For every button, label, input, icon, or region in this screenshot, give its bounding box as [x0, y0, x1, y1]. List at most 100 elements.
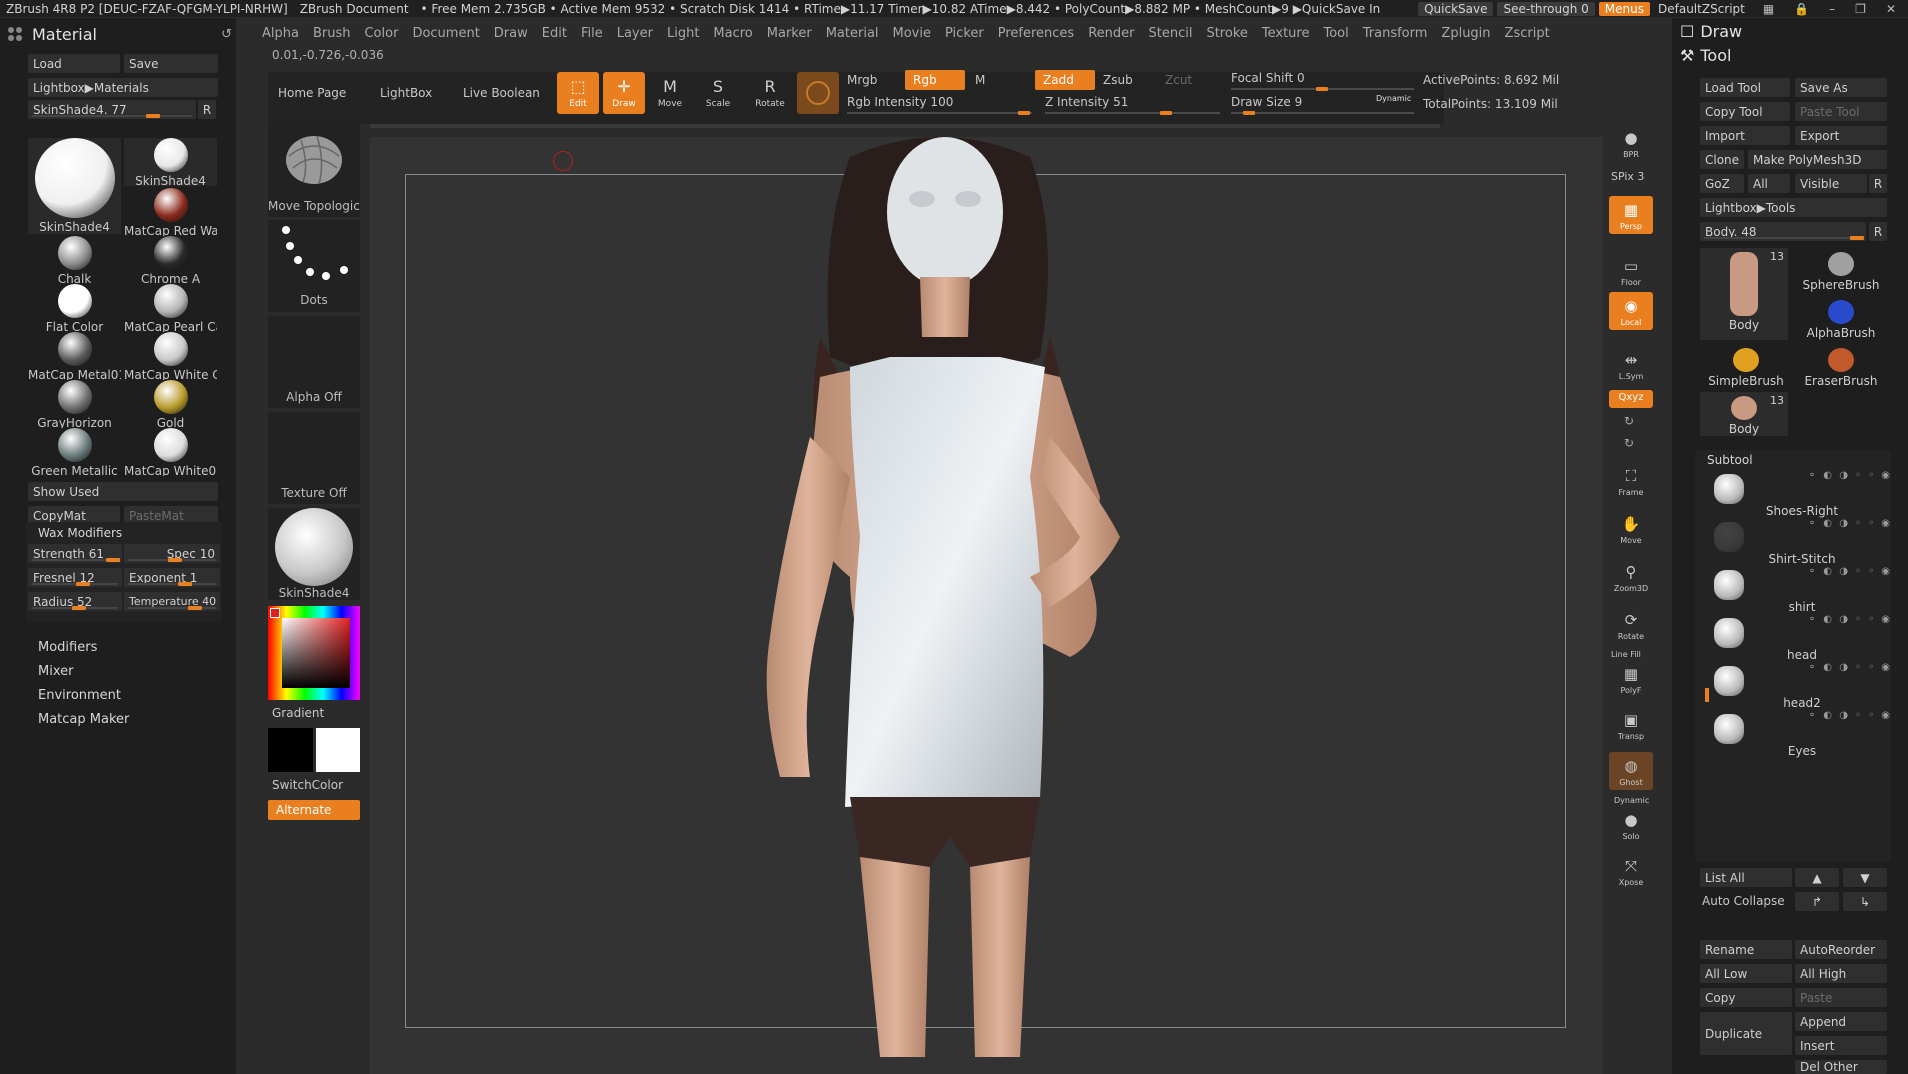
move-up-button[interactable]: ▲	[1795, 868, 1839, 887]
default-zscript-button[interactable]: DefaultZScript	[1652, 2, 1751, 16]
menu-picker[interactable]: Picker	[945, 26, 984, 41]
rotate-view-button[interactable]: ⟳ Rotate	[1609, 606, 1653, 644]
focal-shift-slider[interactable]: Focal Shift 0	[1231, 71, 1305, 85]
color-mode-button[interactable]	[797, 72, 839, 114]
material-item[interactable]: SkinShade4	[28, 138, 121, 234]
menu-tool[interactable]: Tool	[1323, 26, 1348, 41]
menu-movie[interactable]: Movie	[893, 26, 931, 41]
show-used-button[interactable]: Show Used	[28, 482, 218, 501]
subtool-item[interactable]: ⚬ ◐ ◑ ◦ ◦ ◉ shirt	[1712, 566, 1892, 614]
goz-button[interactable]: GoZ	[1700, 174, 1744, 193]
menu-zplugin[interactable]: Zplugin	[1441, 26, 1490, 41]
material-item[interactable]: Chrome A	[124, 236, 217, 284]
alpha-thumbnail[interactable]: Alpha Off	[268, 316, 360, 408]
live-boolean-button[interactable]: Live Boolean	[463, 86, 540, 100]
menu-brush[interactable]: Brush	[313, 26, 351, 41]
character-model[interactable]	[700, 137, 1240, 1057]
menu-render[interactable]: Render	[1088, 26, 1134, 41]
material-thumbnail[interactable]: SkinShade4	[268, 508, 360, 600]
menu-layer[interactable]: Layer	[617, 26, 653, 41]
tool-item[interactable]: SphereBrush	[1795, 248, 1887, 294]
paste-subtool-button[interactable]: Paste	[1795, 988, 1887, 1007]
material-item[interactable]: MatCap White Ca	[124, 332, 217, 380]
material-item[interactable]: GrayHorizon	[28, 380, 121, 428]
export-button[interactable]: Export	[1795, 126, 1887, 145]
body-reset-button[interactable]: R	[1869, 222, 1887, 241]
lightbox-materials-button[interactable]: Lightbox▶Materials	[28, 78, 218, 97]
tool-header[interactable]: ⚒ Tool	[1680, 46, 1731, 65]
z-intensity-handle[interactable]	[1160, 111, 1172, 115]
menu-texture[interactable]: Texture	[1262, 26, 1310, 41]
subtool-visibility-icon[interactable]: ⚬ ◐ ◑ ◦ ◦ ◉	[1808, 614, 1892, 625]
brush-thumbnail[interactable]: Move Topologica	[268, 122, 360, 217]
move-out-button[interactable]: ↱	[1795, 892, 1839, 911]
wax-strength-slider[interactable]: Strength 61	[28, 544, 122, 563]
subtool-visibility-icon[interactable]: ⚬ ◐ ◑ ◦ ◦ ◉	[1808, 470, 1892, 481]
all-high-button[interactable]: All High	[1795, 964, 1887, 983]
transp-button[interactable]: ▣ Transp	[1609, 706, 1653, 744]
xpose-button[interactable]: ⤧ Xpose	[1609, 852, 1653, 890]
menu-macro[interactable]: Macro	[713, 26, 752, 41]
wax-fresnel-slider[interactable]: Fresnel 12	[28, 568, 122, 587]
refresh-icon[interactable]: ↺	[221, 27, 232, 42]
subtool-visibility-icon[interactable]: ⚬ ◐ ◑ ◦ ◦ ◉	[1808, 662, 1892, 673]
material-item[interactable]: MatCap Metal01	[28, 332, 121, 380]
secondary-color-swatch[interactable]	[268, 728, 313, 772]
rotate-y-icon[interactable]: ↻	[1624, 414, 1634, 428]
lock-icon[interactable]: 🔒	[1788, 2, 1815, 16]
menu-material[interactable]: Material	[826, 26, 879, 41]
goz-all-button[interactable]: All	[1748, 174, 1790, 193]
material-item[interactable]: Flat Color	[28, 284, 121, 332]
focal-shift-handle[interactable]	[1316, 87, 1328, 91]
menu-document[interactable]: Document	[412, 26, 479, 41]
insert-button[interactable]: Insert	[1795, 1036, 1887, 1055]
subtool-title[interactable]: Subtool	[1707, 453, 1753, 467]
rotate-button[interactable]: R Rotate	[749, 72, 791, 114]
edit-button[interactable]: ⬚ Edit	[557, 72, 599, 114]
subtool-visibility-icon[interactable]: ⚬ ◐ ◑ ◦ ◦ ◉	[1808, 710, 1892, 721]
menu-draw[interactable]: Draw	[494, 26, 528, 41]
material-reset-button[interactable]: R	[198, 100, 216, 119]
solo-button[interactable]: ● Solo	[1609, 806, 1653, 844]
make-polymesh-button[interactable]: Make PolyMesh3D	[1748, 150, 1887, 169]
wax-exponent-slider[interactable]: Exponent 1	[124, 568, 220, 587]
load-tool-button[interactable]: Load Tool	[1700, 78, 1790, 97]
frame-button[interactable]: ⛶ Frame	[1609, 462, 1653, 500]
subtool-item[interactable]: ⚬ ◐ ◑ ◦ ◦ ◉ head2	[1712, 662, 1892, 710]
minimize-icon[interactable]: –	[1823, 2, 1841, 16]
menu-transform[interactable]: Transform	[1363, 26, 1428, 41]
subtool-item[interactable]: ⚬ ◐ ◑ ◦ ◦ ◉ Shirt-Stitch	[1712, 518, 1892, 566]
stroke-thumbnail[interactable]: Dots	[268, 220, 360, 312]
list-all-button[interactable]: List All	[1700, 868, 1792, 887]
paste-tool-button[interactable]: Paste Tool	[1795, 102, 1887, 121]
menu-alpha[interactable]: Alpha	[262, 26, 299, 41]
menu-stroke[interactable]: Stroke	[1206, 26, 1247, 41]
menu-preferences[interactable]: Preferences	[998, 26, 1074, 41]
rotate-z-icon[interactable]: ↻	[1624, 436, 1634, 450]
color-sv-square[interactable]	[282, 618, 350, 688]
clone-button[interactable]: Clone	[1700, 150, 1744, 169]
quicksave-button[interactable]: QuickSave	[1418, 1, 1494, 16]
subtool-item[interactable]: ⚬ ◐ ◑ ◦ ◦ ◉ Shoes-Right	[1712, 470, 1892, 518]
duplicate-button[interactable]: Duplicate	[1700, 1012, 1792, 1055]
material-item[interactable]: MatCap Pearl Ca	[124, 284, 217, 332]
move-in-button[interactable]: ↳	[1843, 892, 1887, 911]
zsub-button[interactable]: Zsub	[1103, 73, 1133, 87]
subtool-visibility-icon[interactable]: ⚬ ◐ ◑ ◦ ◦ ◉	[1808, 566, 1892, 577]
zadd-button[interactable]: Zadd	[1035, 70, 1095, 90]
submenu-environment[interactable]: Environment	[38, 688, 121, 703]
menu-zscript[interactable]: Zscript	[1505, 26, 1550, 41]
wax-spec-slider[interactable]: Spec 10	[124, 544, 220, 563]
tool-item[interactable]: EraserBrush	[1795, 344, 1887, 390]
menu-stencil[interactable]: Stencil	[1148, 26, 1192, 41]
goz-r-button[interactable]: R	[1869, 174, 1887, 193]
autoreorder-button[interactable]: AutoReorder	[1795, 940, 1887, 959]
dynamic-toggle[interactable]: Dynamic	[1376, 94, 1411, 103]
copy-tool-button[interactable]: Copy Tool	[1700, 102, 1790, 121]
menu-marker[interactable]: Marker	[767, 26, 812, 41]
home-page-button[interactable]: Home Page	[278, 86, 346, 100]
bpr-button[interactable]: ● BPR	[1609, 124, 1653, 162]
shelf-scrollbar[interactable]	[370, 124, 1440, 128]
z-intensity-slider[interactable]: Z Intensity 51	[1045, 95, 1128, 109]
menu-edit[interactable]: Edit	[542, 26, 567, 41]
